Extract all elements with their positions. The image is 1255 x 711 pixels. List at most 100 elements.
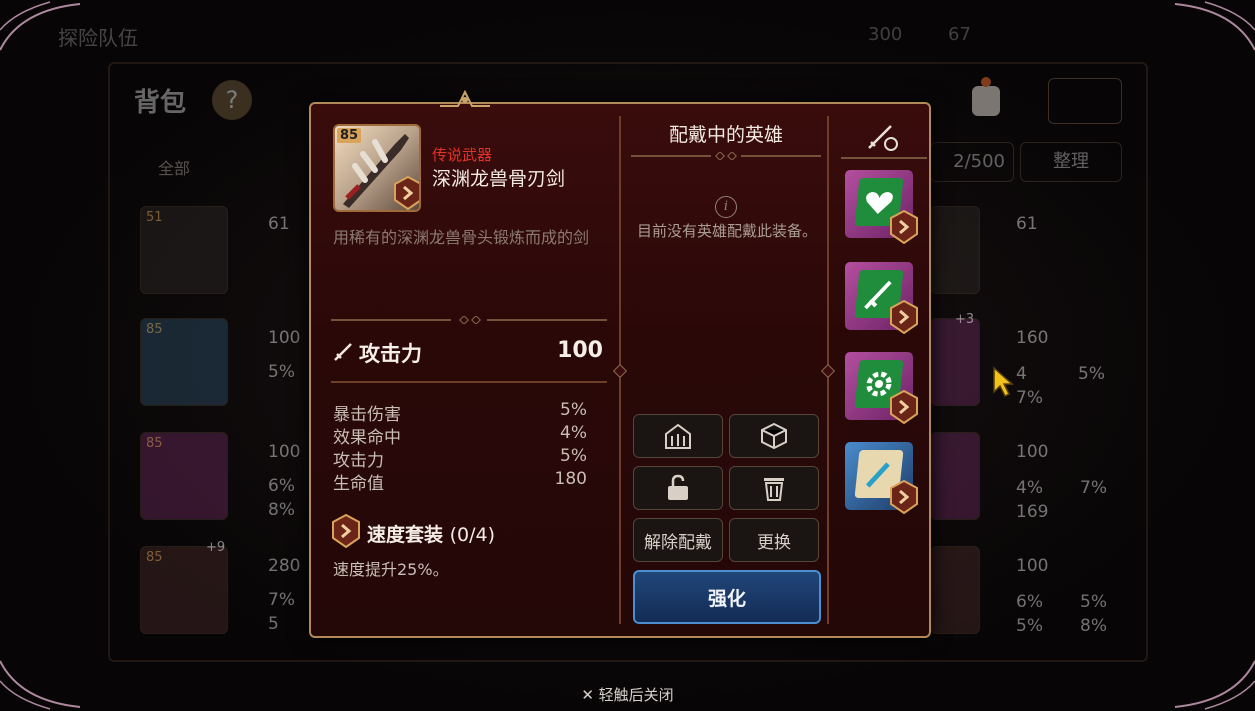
speed-set-icon — [890, 390, 918, 424]
resource-2: 67 — [948, 24, 971, 45]
sub-stat-row: 攻击力 5% — [333, 446, 587, 471]
sub-stat-value: 4% — [560, 423, 587, 443]
set-count: (0/4) — [449, 524, 496, 546]
item-stat: 4 — [1016, 364, 1027, 384]
close-hint[interactable]: ✕ 轻触后关闭 — [0, 684, 1255, 705]
help-button[interactable]: ? — [212, 80, 252, 120]
sword-icon — [334, 343, 352, 361]
random-button[interactable] — [729, 414, 819, 458]
equipped-hero-title: 配戴中的英雄 — [668, 124, 783, 146]
inventory-item[interactable] — [930, 432, 980, 520]
inventory-item[interactable] — [930, 546, 980, 634]
storage-tab[interactable] — [1048, 78, 1122, 124]
divider — [841, 157, 927, 159]
item-level: 51 — [146, 210, 163, 225]
unlock-icon — [668, 474, 688, 500]
bag-capacity: 2/500 — [930, 142, 1014, 182]
item-info-pane: 85 传说武器 深渊龙兽骨刃剑 用稀有的深渊龙兽骨头锻炼而成的剑 攻击力 100 — [311, 104, 621, 636]
speed-set-icon — [890, 210, 918, 244]
item-stat: 61 — [1016, 214, 1038, 234]
item-stat: 5% — [268, 362, 295, 382]
item-stat: 5% — [1080, 592, 1107, 612]
set-name: 速度套装 (0/4) — [367, 520, 495, 547]
delete-button[interactable] — [729, 466, 819, 510]
item-stat: 6% — [268, 476, 295, 496]
item-stat: 5% — [1078, 364, 1105, 384]
sub-stat-value: 180 — [554, 469, 587, 489]
sort-button[interactable]: 整理 — [1020, 142, 1122, 182]
main-stat-value: 100 — [557, 338, 603, 363]
item-stat: 100 — [268, 442, 301, 462]
storage-button[interactable] — [633, 414, 723, 458]
item-stat: 280 — [268, 556, 301, 576]
corner-ornament-icon — [1174, 1, 1255, 51]
sub-stat-label: 效果命中 — [333, 428, 401, 448]
item-stat: 8% — [268, 500, 295, 520]
item-stat: 6% — [1016, 592, 1043, 612]
item-level: 85 — [146, 550, 163, 565]
divider — [331, 316, 607, 324]
sub-stat-label: 暴击伤害 — [333, 405, 401, 425]
item-icon: 85 — [333, 124, 421, 212]
corner-ornament-icon — [0, 1, 81, 51]
speed-set-icon — [890, 480, 918, 514]
dice-icon — [761, 422, 787, 450]
item-level: 85 — [146, 436, 163, 451]
backpack-icon[interactable] — [966, 76, 1006, 120]
top-bar: 探险队伍 300 67 — [0, 0, 1255, 62]
speed-set-icon — [890, 300, 918, 334]
sub-stats-list: 暴击伤害 5% 效果命中 4% 攻击力 5% 生命值 180 — [333, 400, 587, 494]
item-stat: 5 — [268, 614, 279, 634]
item-plus: +3 — [955, 312, 975, 327]
item-stat: 5% — [1016, 616, 1043, 636]
sub-stat-label: 攻击力 — [333, 451, 384, 471]
item-stat: 7% — [1080, 478, 1107, 498]
item-stat: 61 — [268, 214, 290, 234]
speed-set-icon — [394, 176, 419, 210]
item-stat: 100 — [1016, 556, 1049, 576]
trash-icon — [764, 478, 784, 501]
gem-slots-pane — [839, 104, 931, 636]
item-stat: 4% — [1016, 478, 1043, 498]
item-stat: 100 — [1016, 442, 1049, 462]
info-icon: i — [715, 196, 737, 218]
item-stat: 169 — [1016, 502, 1049, 522]
inventory-item[interactable] — [930, 206, 980, 294]
replace-button[interactable]: 更换 — [729, 518, 819, 562]
close-hint-text: 轻触后关闭 — [598, 686, 674, 704]
divider — [331, 381, 607, 383]
unequip-button[interactable]: 解除配戴 — [633, 518, 723, 562]
inventory-item[interactable] — [930, 318, 980, 406]
sub-stat-value: 5% — [560, 400, 587, 420]
mouse-cursor-icon — [993, 366, 1014, 398]
item-rarity: 传说武器 — [432, 146, 493, 164]
item-stat: 100 — [268, 328, 301, 348]
sub-stat-row: 暴击伤害 5% — [333, 400, 587, 425]
set-name-text: 速度套装 — [367, 524, 444, 546]
sub-stat-row: 生命值 180 — [333, 469, 587, 494]
divider — [631, 152, 821, 160]
item-plus: +9 — [206, 540, 226, 555]
lock-button[interactable] — [633, 466, 723, 510]
gem-swap-icon[interactable] — [865, 120, 901, 152]
sub-stat-value: 5% — [560, 446, 587, 466]
sub-stat-label: 生命值 — [333, 474, 384, 494]
storage-icon — [665, 423, 691, 449]
enhance-button[interactable]: 强化 — [633, 570, 821, 624]
item-stat: 7% — [268, 590, 295, 610]
item-name: 深渊龙兽骨刃剑 — [432, 168, 566, 190]
item-level: 85 — [146, 322, 163, 337]
no-hero-message: 目前没有英雄配戴此装备。 — [637, 222, 818, 240]
equipped-hero-pane: 配戴中的英雄 i 目前没有英雄配戴此装备。 解除配戴 更换 强化 — [623, 104, 829, 636]
speed-set-icon — [332, 514, 360, 548]
sub-stat-row: 效果命中 4% — [333, 423, 587, 448]
item-stat: 7% — [1016, 388, 1043, 408]
resource-1: 300 — [868, 24, 903, 45]
popup-ornament-icon — [440, 89, 490, 107]
item-detail-popup: 85 传说武器 深渊龙兽骨刃剑 用稀有的深渊龙兽骨头锻炼而成的剑 攻击力 100 — [309, 102, 931, 638]
item-description: 用稀有的深渊龙兽骨头锻炼而成的剑 — [333, 228, 590, 247]
filter-all-tab[interactable]: 全部 — [158, 155, 190, 179]
item-stat: 8% — [1080, 616, 1107, 636]
item-stat: 160 — [1016, 328, 1049, 348]
main-stat-row: 攻击力 100 — [333, 338, 603, 366]
